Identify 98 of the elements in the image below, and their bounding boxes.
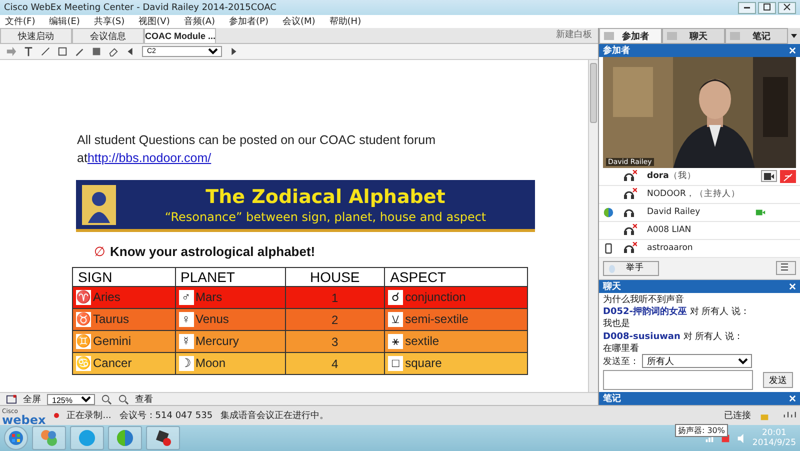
chat-header[interactable]: 聊天: [599, 280, 800, 293]
muted-headset-icon: [623, 242, 637, 254]
chat-sender: D052-押韵词的女巫 对 所有人 说：: [603, 306, 751, 318]
full-screen-button[interactable]: 全屏: [23, 392, 41, 406]
table-cell: ☽ Moon: [175, 352, 286, 374]
zoom-in-icon: [101, 394, 112, 404]
participant-row[interactable]: dora（我）: [599, 168, 800, 186]
recording-status: 正在录制...: [66, 410, 112, 422]
pen-tool-icon: [74, 46, 85, 57]
chat-message: 为什么我听不到声音: [603, 294, 685, 306]
close-icon: [783, 2, 791, 10]
menu-item[interactable]: 文件(F): [5, 15, 36, 28]
banner-subtitle: “Resonance” between sign, planet, house and aspect: [164, 210, 486, 224]
muted-icon: [783, 172, 793, 182]
maximize-button[interactable]: [758, 2, 776, 14]
tab-icon: [730, 32, 740, 40]
muted-headset-icon: [623, 170, 637, 182]
menu-item[interactable]: 视图(V): [138, 15, 170, 28]
menu-item[interactable]: 帮助(H): [329, 15, 362, 28]
menu-item[interactable]: 编辑(E): [49, 15, 80, 28]
table-cell: ♋ Cancer: [72, 352, 176, 374]
recording-dot: [54, 413, 59, 418]
participants-header[interactable]: 参加者: [599, 44, 800, 57]
phone-icon: [603, 242, 614, 254]
participant-row[interactable]: A008 LIAN: [599, 222, 800, 240]
menu-item[interactable]: 共享(S): [94, 15, 125, 28]
zoom-select[interactable]: 125%: [47, 394, 95, 404]
column-header: ASPECT: [384, 268, 528, 286]
rectangle-tool-icon: [57, 46, 68, 57]
meeting-number: 会议号：514 047 535: [119, 410, 213, 422]
scrollbar[interactable]: [588, 60, 598, 392]
windows-logo-icon: [8, 430, 24, 446]
empty-set-mark: ∅: [94, 244, 105, 259]
close-icon[interactable]: [789, 47, 796, 54]
table-cell: 4: [285, 352, 385, 374]
circle-icon: [78, 429, 96, 447]
line-tool-icon: [40, 46, 51, 57]
close-button[interactable]: [778, 2, 796, 14]
participant-row[interactable]: NODOOR，（主持人）: [599, 186, 800, 204]
chat-message: 我也是: [603, 318, 631, 330]
panel-tab[interactable]: 笔记: [725, 28, 788, 44]
tab[interactable]: COAC Module ...: [144, 28, 216, 43]
column-header: SIGN: [72, 268, 176, 286]
forum-note: All student Questions can be posted on our COAC student forum athttp://bbs.nodoor.com/: [77, 132, 437, 167]
muted-headset-icon: [623, 188, 637, 200]
video-camera-icon: [764, 172, 774, 180]
chat-input-field[interactable]: [603, 370, 753, 390]
audio-status: 集成语音会议正在进行中。: [220, 410, 329, 422]
text-tool-icon: [23, 46, 34, 57]
globe-icon: [603, 206, 614, 218]
pointer-icon: [6, 46, 17, 57]
close-icon[interactable]: [789, 282, 796, 290]
chat-sender: D008-susiuwan 对 所有人 说：: [603, 332, 744, 343]
start-button[interactable]: [4, 426, 28, 450]
chat-message: 在哪里看: [603, 344, 640, 352]
app-taskbar-icon[interactable]: [146, 426, 180, 450]
connection-status: 已连接: [724, 410, 751, 422]
column-header: PLANET: [175, 268, 286, 286]
astrologer-icon: [82, 184, 116, 224]
tab-icon: [604, 32, 614, 40]
window-title: Cisco WebEx Meeting Center - David Railey 2014-2015COAC: [4, 2, 276, 12]
menu-item[interactable]: 音频(A): [184, 15, 216, 28]
panel-tab[interactable]: 参加者: [599, 28, 662, 44]
notes-header[interactable]: 笔记: [599, 392, 800, 405]
participant-row[interactable]: David Railey: [599, 204, 800, 222]
new-whiteboard-button[interactable]: 新建白板: [556, 28, 592, 41]
list-options-button[interactable]: [776, 261, 796, 276]
table-cell: □ square: [384, 352, 528, 374]
headset-icon: [623, 206, 637, 218]
minimize-button[interactable]: [738, 2, 756, 14]
tab-icon: [667, 32, 677, 40]
full-screen-icon: [6, 394, 17, 404]
recipient-select[interactable]: 所有人: [642, 354, 752, 368]
mute-button[interactable]: [780, 170, 796, 183]
send-to-label: 发送至：: [603, 356, 639, 368]
tab[interactable]: 会议信息: [72, 28, 144, 43]
tab[interactable]: 快速启动: [0, 28, 72, 43]
raise-hand-button[interactable]: 举手: [603, 260, 659, 276]
panel-tab[interactable]: 聊天: [662, 28, 725, 44]
block-icon: [154, 429, 172, 447]
volume-tooltip: 扬声器: 30%: [674, 424, 728, 437]
muted-headset-icon: [623, 224, 637, 236]
menu-item[interactable]: 参加者(P): [229, 15, 268, 28]
send-button[interactable]: 发送: [763, 372, 793, 388]
close-icon[interactable]: [789, 395, 796, 402]
video-button[interactable]: [761, 170, 777, 182]
forum-link[interactable]: http://bbs.nodoor.com/: [87, 151, 212, 165]
section-heading: Know your astrological alphabet!: [110, 244, 316, 259]
circles-icon: [40, 429, 58, 447]
eraser-icon: [108, 46, 119, 57]
column-header: HOUSE: [285, 268, 385, 286]
banner-title: The Zodiacal Alphabet: [206, 186, 446, 208]
view-menu-button[interactable]: 查看: [135, 392, 153, 406]
maximize-icon: [763, 2, 771, 10]
zoom-out-icon: [118, 394, 129, 404]
globe-icon: [116, 429, 134, 447]
menu-item[interactable]: 会议(M): [282, 15, 316, 28]
fill-tool-icon: [91, 46, 102, 57]
